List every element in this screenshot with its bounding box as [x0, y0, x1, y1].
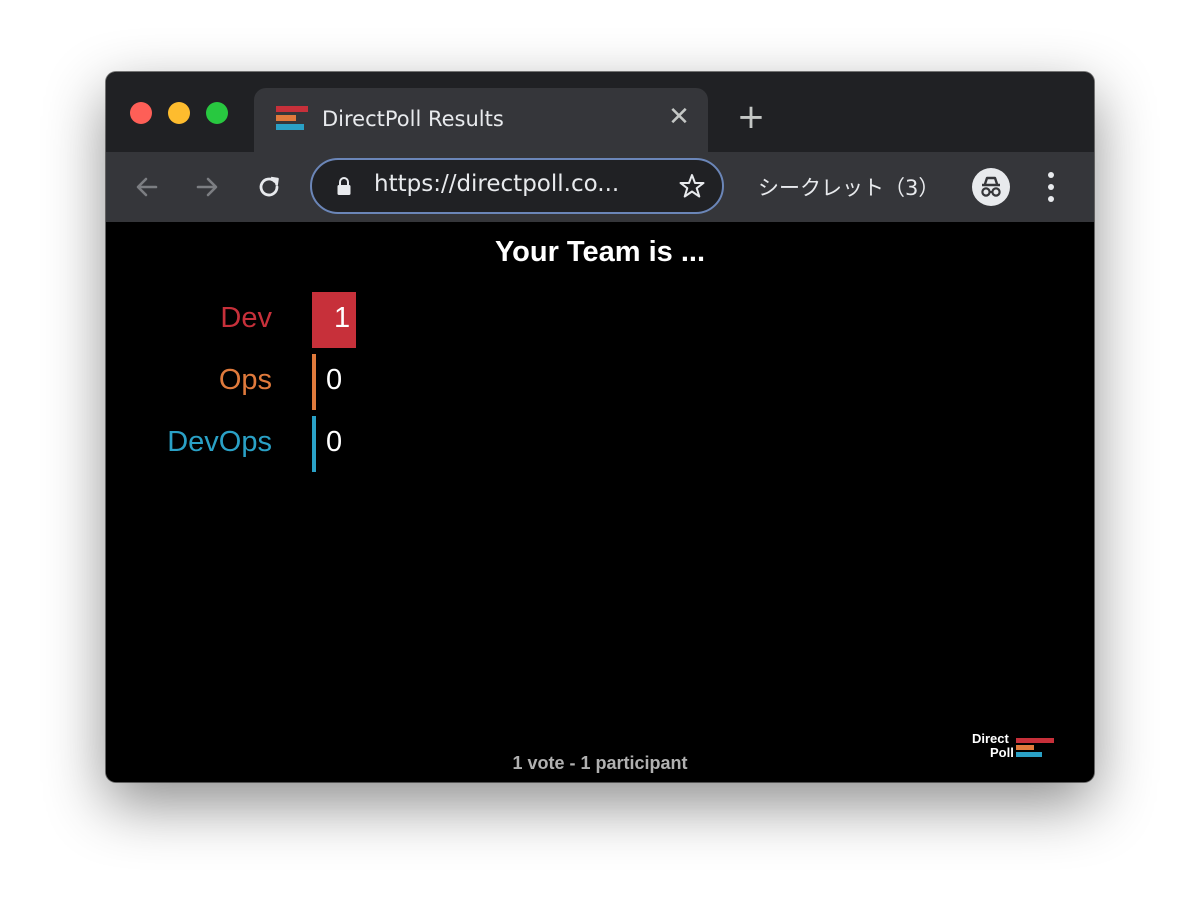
- url-text: https://directpoll.co...: [374, 171, 620, 197]
- tab-title: DirectPoll Results: [322, 107, 504, 131]
- plus-icon[interactable]: +: [734, 100, 768, 134]
- vote-count: 1: [334, 302, 351, 334]
- option-row-devops: DevOps 0: [106, 416, 1094, 472]
- arrow-right-icon[interactable]: [190, 170, 224, 204]
- lock-icon: [337, 177, 351, 195]
- address-bar[interactable]: https://directpoll.co...: [310, 158, 724, 214]
- directpoll-favicon-icon: [276, 106, 308, 134]
- vote-count: 0: [326, 364, 343, 396]
- incognito-icon[interactable]: [972, 168, 1010, 206]
- option-label: Dev: [220, 302, 272, 334]
- star-icon[interactable]: [678, 172, 706, 200]
- title-bar: DirectPoll Results ✕ +: [106, 72, 1094, 152]
- close-icon[interactable]: ✕: [664, 102, 694, 132]
- close-window-button[interactable]: [130, 102, 152, 124]
- maximize-window-button[interactable]: [206, 102, 228, 124]
- kebab-menu-icon[interactable]: [1042, 172, 1060, 202]
- reload-icon[interactable]: [252, 170, 286, 204]
- arrow-left-icon[interactable]: [130, 170, 164, 204]
- option-row-ops: Ops 0: [106, 354, 1094, 410]
- incognito-label: シークレット（3）: [758, 176, 940, 200]
- tab-directpoll-results[interactable]: DirectPoll Results ✕: [254, 88, 708, 152]
- vote-bar: [312, 416, 316, 472]
- option-row-dev: Dev 1: [106, 292, 1094, 348]
- option-label: Ops: [218, 364, 272, 396]
- option-label: DevOps: [167, 426, 272, 458]
- poll-results-page: Your Team is ... Dev 1 Ops 0 DevOps 0 Di…: [106, 222, 1094, 782]
- vote-bar: [312, 354, 316, 410]
- browser-window: DirectPoll Results ✕ + https://directpol…: [106, 72, 1094, 782]
- vote-count: 0: [326, 426, 343, 458]
- minimize-window-button[interactable]: [168, 102, 190, 124]
- vote-summary: 1 vote - 1 participant: [512, 753, 688, 773]
- browser-toolbar: https://directpoll.co... シークレット（3）: [106, 152, 1094, 222]
- poll-title: Your Team is ...: [494, 236, 706, 268]
